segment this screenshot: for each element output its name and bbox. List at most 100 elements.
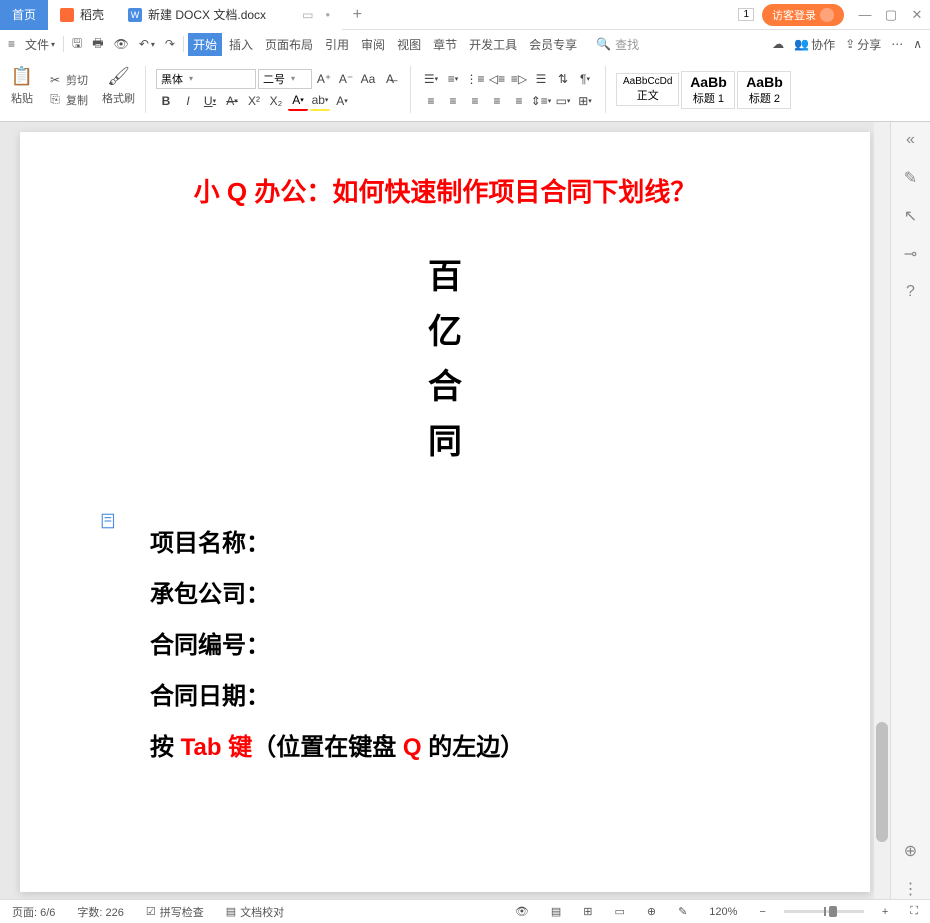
- show-marks-button[interactable]: ¶▾: [575, 69, 595, 89]
- collapse-sidebar-icon[interactable]: «: [901, 130, 921, 150]
- subscript-button[interactable]: X₂: [266, 91, 286, 111]
- align-right-button[interactable]: ≡: [465, 91, 485, 111]
- copy-button[interactable]: ⎘复制: [46, 91, 90, 109]
- cut-button[interactable]: ✂剪切: [46, 71, 90, 89]
- fullscreen-icon[interactable]: ⛶: [906, 905, 922, 918]
- ribbon-start[interactable]: 开始: [188, 33, 222, 56]
- collapse-icon[interactable]: ∧: [909, 35, 926, 53]
- window-index[interactable]: 1: [738, 8, 754, 21]
- proofread-button[interactable]: ▤文档校对: [222, 904, 288, 920]
- save-icon[interactable]: 🖫: [68, 32, 86, 57]
- zoom-handle[interactable]: [829, 906, 837, 917]
- page[interactable]: 小 Q 办公：如何快速制作项目合同下划线？ 百 亿 合 同 项目名称： 承包公司…: [20, 132, 870, 892]
- decrease-indent-button[interactable]: ◁≡: [487, 69, 507, 89]
- help-icon[interactable]: ?: [901, 282, 921, 302]
- align-distribute-button[interactable]: ≡: [509, 91, 529, 111]
- login-button[interactable]: 访客登录: [762, 4, 844, 26]
- style-body[interactable]: AaBbCcDd正文: [616, 73, 679, 106]
- cloud-icon[interactable]: ☁: [768, 35, 788, 53]
- style-heading2[interactable]: AaBb标题 2: [737, 71, 791, 109]
- align-justify-button[interactable]: ≡: [487, 91, 507, 111]
- font-color-button[interactable]: A▾: [288, 91, 308, 111]
- pencil-icon[interactable]: ✎: [901, 168, 921, 188]
- ribbon-view[interactable]: 视图: [392, 33, 426, 56]
- view-outline-icon[interactable]: ⊞: [579, 905, 596, 918]
- cursor-icon[interactable]: ↖: [901, 206, 921, 226]
- minimize-button[interactable]: —: [852, 2, 878, 28]
- tab-document[interactable]: W新建 DOCX 文档.docx▭●: [116, 0, 342, 30]
- view-print-icon[interactable]: ▤: [547, 905, 565, 918]
- scrollbar-thumb[interactable]: [876, 722, 888, 842]
- view-draft-icon[interactable]: ✎: [674, 905, 691, 918]
- print-icon[interactable]: 🖶: [88, 32, 107, 57]
- highlight-button[interactable]: ab▾: [310, 91, 330, 111]
- char-border-button[interactable]: A▾: [332, 91, 352, 111]
- align-center-button[interactable]: ≡: [443, 91, 463, 111]
- maximize-button[interactable]: ▢: [878, 2, 904, 28]
- ribbon-review[interactable]: 审阅: [356, 33, 390, 56]
- menu-hamburger[interactable]: ≡: [4, 35, 19, 53]
- bullet-list-button[interactable]: ☰▾: [421, 69, 441, 89]
- more-icon[interactable]: ⋯: [887, 35, 907, 53]
- word-count[interactable]: 字数: 226: [73, 904, 127, 920]
- clear-format-button[interactable]: A̶: [380, 69, 400, 89]
- multilevel-list-button[interactable]: ⋮≡: [465, 69, 485, 89]
- ribbon-reference[interactable]: 引用: [320, 33, 354, 56]
- redo-icon[interactable]: ↷: [161, 35, 179, 53]
- preview-icon[interactable]: 👁: [110, 35, 133, 53]
- settings-icon[interactable]: ⊸: [901, 244, 921, 264]
- undo-icon[interactable]: ↶▾: [135, 35, 159, 53]
- search-box[interactable]: 🔍查找: [588, 34, 647, 55]
- view-web-icon[interactable]: ▭: [610, 905, 628, 918]
- collaborate-button[interactable]: 👥 协作: [790, 34, 839, 55]
- sort-button[interactable]: ⇅: [553, 69, 573, 89]
- zoom-slider[interactable]: [784, 910, 864, 913]
- style-sample: AaBb: [744, 74, 784, 90]
- document-area[interactable]: 小 Q 办公：如何快速制作项目合同下划线？ 百 亿 合 同 项目名称： 承包公司…: [0, 122, 890, 899]
- zoom-in-button[interactable]: +: [878, 906, 892, 918]
- paste-button[interactable]: 📋粘贴: [6, 62, 38, 117]
- ribbon-insert[interactable]: 插入: [224, 33, 258, 56]
- tools-icon[interactable]: ⊕: [901, 841, 921, 861]
- vertical-scrollbar[interactable]: [874, 122, 890, 899]
- page-indicator[interactable]: 页面: 6/6: [8, 904, 59, 920]
- ribbon-devtools[interactable]: 开发工具: [464, 33, 522, 56]
- ribbon-layout[interactable]: 页面布局: [260, 33, 318, 56]
- strikethrough-button[interactable]: A▾: [222, 91, 242, 111]
- line-spacing-button[interactable]: ⇕≡▾: [531, 91, 551, 111]
- style-heading1[interactable]: AaBb标题 1: [681, 71, 735, 109]
- increase-font-button[interactable]: A⁺: [314, 69, 334, 89]
- bold-button[interactable]: B: [156, 91, 176, 111]
- tab-home[interactable]: 首页: [0, 0, 48, 30]
- font-name-dropdown[interactable]: 黑体▾: [156, 69, 256, 89]
- decrease-font-button[interactable]: A⁻: [336, 69, 356, 89]
- tab-menu-icon[interactable]: ▭: [302, 8, 313, 22]
- align-left-button[interactable]: ≡: [421, 91, 441, 111]
- menu-file[interactable]: 文件▾: [21, 34, 59, 55]
- italic-button[interactable]: I: [178, 91, 198, 111]
- zoom-value[interactable]: 120%: [705, 906, 741, 918]
- eye-mode-icon[interactable]: 👁: [511, 905, 533, 918]
- view-read-icon[interactable]: ⊕: [643, 905, 660, 918]
- underline-button[interactable]: U▾: [200, 91, 220, 111]
- zoom-out-button[interactable]: −: [755, 906, 769, 918]
- new-tab-button[interactable]: +: [342, 6, 372, 24]
- shading-button[interactable]: ▭▾: [553, 91, 573, 111]
- spellcheck-toggle[interactable]: ☑拼写检查: [142, 904, 208, 920]
- increase-indent-button[interactable]: ≡▷: [509, 69, 529, 89]
- close-button[interactable]: ✕: [904, 2, 930, 28]
- page-break-marker[interactable]: [100, 512, 120, 532]
- font-size-dropdown[interactable]: 二号▾: [258, 69, 312, 89]
- text-direction-button[interactable]: ☰: [531, 69, 551, 89]
- ribbon-member[interactable]: 会员专享: [524, 33, 582, 56]
- more-tools-icon[interactable]: ⋮: [901, 879, 921, 899]
- change-case-button[interactable]: Aa: [358, 69, 378, 89]
- superscript-button[interactable]: X²: [244, 91, 264, 111]
- tab-daoke[interactable]: 稻壳: [48, 0, 116, 30]
- number-list-button[interactable]: ≡▾: [443, 69, 463, 89]
- ribbon-chapter[interactable]: 章节: [428, 33, 462, 56]
- border-button[interactable]: ⊞▾: [575, 91, 595, 111]
- tab-dot-icon[interactable]: ●: [325, 10, 330, 19]
- format-painter-button[interactable]: 🖌格式刷: [98, 62, 139, 117]
- share-button[interactable]: ⇪ 分享: [841, 34, 885, 55]
